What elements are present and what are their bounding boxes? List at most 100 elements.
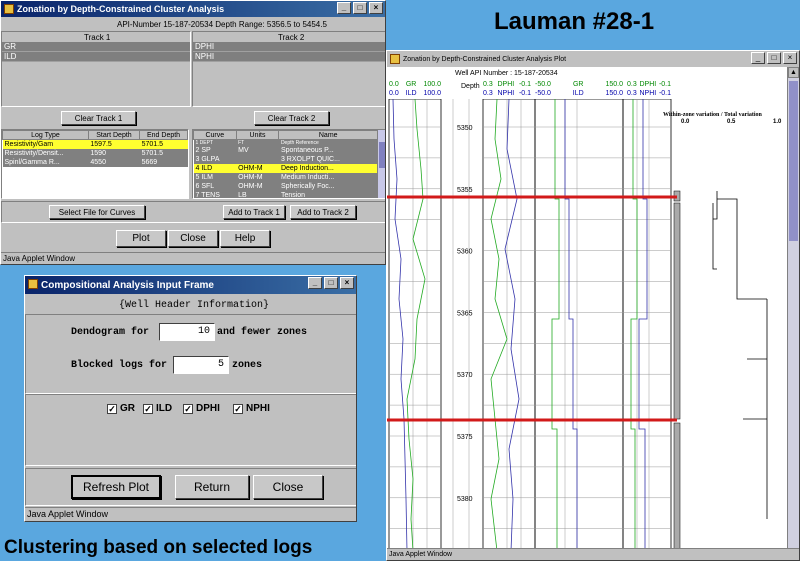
- table-row[interactable]: 6 SFL OHM-M Spherically Foc...: [193, 182, 378, 191]
- track1-item[interactable]: GR: [2, 42, 190, 52]
- curve-name: NPHI: [639, 90, 657, 97]
- return-button[interactable]: Return: [175, 475, 249, 499]
- nphi-checkbox[interactable]: ✓ NPHI: [233, 403, 270, 414]
- col-name[interactable]: Name: [278, 130, 378, 140]
- check-icon: ✓: [233, 403, 243, 414]
- title-bar[interactable]: Zonation by Depth-Constrained Cluster An…: [387, 51, 799, 67]
- clear-track1-button[interactable]: Clear Track 1: [61, 111, 136, 125]
- title-bar[interactable]: Compositional Analysis Input Frame _ □ ×: [25, 276, 356, 294]
- track1-header-top: 0.0 GR 100.0: [389, 81, 441, 88]
- scale-min: 0.3: [483, 90, 493, 97]
- compositional-analysis-window: Compositional Analysis Input Frame _ □ ×…: [24, 275, 357, 522]
- col-units[interactable]: Units: [235, 130, 280, 140]
- depth-label: 5355: [457, 187, 473, 194]
- col-curve[interactable]: Curve: [193, 130, 237, 140]
- track2-header-bottom: 0.3 NPHI -0.1: [483, 90, 531, 97]
- ild-checkbox[interactable]: ✓ ILD: [143, 403, 172, 414]
- track2-frame: [482, 99, 536, 552]
- gr-checkbox[interactable]: ✓ GR: [107, 403, 135, 414]
- dendogram-input[interactable]: 10: [159, 323, 215, 341]
- track1-item[interactable]: ILD: [2, 52, 190, 62]
- close-window-button[interactable]: ×: [340, 277, 354, 289]
- curve-name: ILD: [405, 90, 417, 97]
- cell: 5701.5: [139, 139, 188, 149]
- dendogram-label: Dendogram for: [71, 327, 150, 338]
- close-window-button[interactable]: ×: [369, 2, 383, 14]
- track3-header-top: -50.0 GR 150.0: [535, 81, 623, 88]
- cell: LB: [236, 191, 279, 198]
- maximize-button[interactable]: □: [353, 2, 367, 14]
- cell: 5669: [139, 157, 188, 167]
- scrollbar-thumb[interactable]: [379, 142, 385, 168]
- curve-name: DPHI: [497, 81, 515, 88]
- track1-list[interactable]: GR ILD: [2, 42, 190, 62]
- java-cup-icon: [4, 4, 14, 14]
- help-button[interactable]: Help: [220, 230, 270, 247]
- scale-min: 0.0: [389, 81, 399, 88]
- table-row[interactable]: 5 ILM OHM-M Medium Inducti...: [193, 173, 378, 182]
- scale-min: 0.3: [627, 90, 637, 97]
- vertical-scrollbar[interactable]: ▲: [787, 67, 799, 550]
- cell: 6 SFL: [193, 182, 237, 191]
- blocked-input[interactable]: 5: [173, 356, 229, 374]
- scrollbar-thumb[interactable]: [789, 81, 798, 241]
- log-type-table[interactable]: Log Type Start Depth End Depth Resistivi…: [1, 129, 189, 199]
- select-file-button[interactable]: Select File for Curves: [49, 205, 145, 219]
- curve-table[interactable]: Curve Units Name 1 DEPT FT Depth Referen…: [192, 129, 385, 199]
- track2-item[interactable]: DPHI: [193, 42, 385, 52]
- close-window-button[interactable]: ×: [783, 52, 797, 64]
- checkbox-label: GR: [120, 403, 135, 414]
- clear-track2-button[interactable]: Clear Track 2: [254, 111, 329, 125]
- cell: 7 TENS: [193, 191, 237, 198]
- maximize-button[interactable]: □: [767, 52, 781, 64]
- table-row[interactable]: 3 GLPA 3 RXOLPT QUIC...: [193, 155, 378, 164]
- track4-header-top: 0.3 DPHI -0.1: [627, 81, 671, 88]
- col-log-type[interactable]: Log Type: [2, 130, 89, 140]
- gr-curve: [406, 99, 426, 552]
- scale-min: -50.0: [535, 81, 551, 88]
- depth-label: 5365: [457, 310, 473, 317]
- table-row[interactable]: 2 SP MV Spontaneous P...: [193, 146, 378, 155]
- add-track2-button[interactable]: Add to Track 2: [290, 205, 356, 219]
- cell: 1597.5: [88, 139, 140, 149]
- table-row[interactable]: Spinl/Gamma R... 4550 5669: [2, 157, 188, 167]
- java-cup-icon: [390, 54, 400, 64]
- window-title: Compositional Analysis Input Frame: [41, 279, 214, 291]
- track3-frame: [534, 99, 624, 552]
- scale-max: 100.0: [423, 81, 441, 88]
- cell: Spinl/Gamma R...: [2, 157, 89, 167]
- cell: 4 ILD: [193, 164, 237, 173]
- minimize-button[interactable]: _: [308, 277, 322, 289]
- title-bar[interactable]: Zonation by Depth-Constrained Cluster An…: [1, 1, 385, 17]
- cell: Deep Induction...: [278, 164, 378, 173]
- close-button[interactable]: Close: [168, 230, 218, 247]
- status-bar: Java Applet Window: [1, 252, 385, 264]
- cell: 4550: [88, 157, 140, 167]
- minimize-button[interactable]: _: [751, 52, 765, 64]
- dphi-checkbox[interactable]: ✓ DPHI: [183, 403, 220, 414]
- caption: Clustering based on selected logs: [4, 537, 313, 558]
- plot-button[interactable]: Plot: [116, 230, 166, 247]
- curve-name: GR: [405, 81, 417, 88]
- cell: MV: [236, 146, 279, 155]
- scroll-up-arrow-icon[interactable]: ▲: [788, 67, 799, 78]
- cluster-plot-window: Zonation by Depth-Constrained Cluster An…: [386, 50, 800, 561]
- col-end-depth[interactable]: End Depth: [139, 130, 188, 140]
- depth-label: 5360: [457, 249, 473, 256]
- maximize-button[interactable]: □: [324, 277, 338, 289]
- table-row[interactable]: Resistivity/Densit... 1590 5701.5: [2, 148, 188, 158]
- table-row[interactable]: 7 TENS LB Tension: [193, 191, 378, 198]
- close-button[interactable]: Close: [253, 475, 323, 499]
- add-track1-button[interactable]: Add to Track 1: [223, 205, 285, 219]
- track2-list[interactable]: DPHI NPHI: [193, 42, 385, 62]
- table-row[interactable]: 4 ILD OHM-M Deep Induction...: [193, 164, 378, 173]
- curve-table-scrollbar[interactable]: [377, 130, 385, 198]
- minimize-button[interactable]: _: [337, 2, 351, 14]
- track3-header-bottom: -50.0 ILD 150.0: [535, 90, 623, 97]
- col-start-depth[interactable]: Start Depth: [87, 130, 141, 140]
- curve-name: DPHI: [639, 81, 657, 88]
- table-row[interactable]: Resistivity/Gam 1597.5 5701.5: [2, 139, 188, 149]
- refresh-plot-button[interactable]: Refresh Plot: [71, 475, 161, 499]
- cell: Resistivity/Densit...: [2, 148, 89, 158]
- track2-item[interactable]: NPHI: [193, 52, 385, 62]
